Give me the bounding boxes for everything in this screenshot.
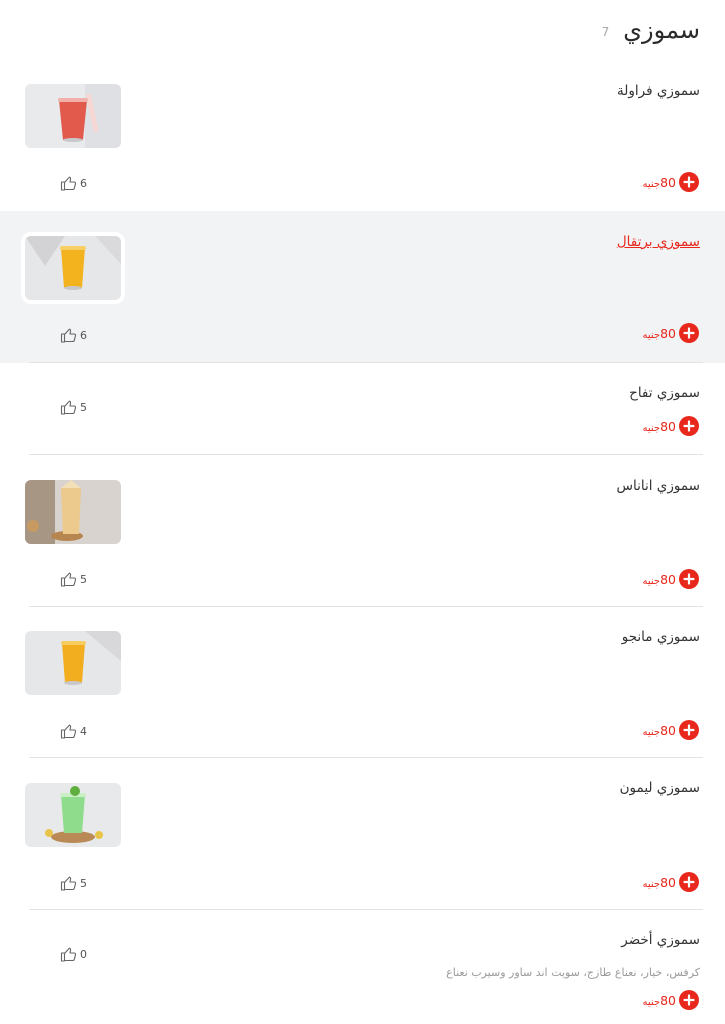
like-count: 0 bbox=[80, 947, 87, 961]
like-button[interactable]: 6 bbox=[60, 327, 87, 343]
price-amount: 80 bbox=[660, 418, 676, 434]
price-row: 80 جنيه bbox=[643, 990, 699, 1010]
price-amount: 80 bbox=[660, 174, 676, 190]
menu-item[interactable]: سموزي برتقال 80 جنيه 6 bbox=[0, 211, 725, 363]
thumbs-up-icon bbox=[60, 328, 77, 343]
add-to-cart-button[interactable] bbox=[679, 990, 699, 1010]
item-description: كرفس، خيار، نعناع طازج، سويت اند ساور وس… bbox=[446, 966, 700, 979]
thumbs-up-icon bbox=[60, 572, 77, 587]
like-button[interactable]: 5 bbox=[60, 875, 87, 891]
like-count: 5 bbox=[80, 876, 87, 890]
item-name[interactable]: سموزي مانجو bbox=[622, 629, 700, 645]
price-currency: جنيه bbox=[642, 878, 661, 890]
item-divider bbox=[29, 362, 703, 363]
price-currency: جنيه bbox=[642, 996, 661, 1008]
price-amount: 80 bbox=[660, 874, 676, 890]
item-name[interactable]: سموزي تفاح bbox=[629, 385, 700, 401]
item-name[interactable]: سموزي فراولة bbox=[617, 83, 700, 99]
plus-icon bbox=[683, 724, 695, 736]
plus-icon bbox=[683, 994, 695, 1006]
price-row: 80 جنيه bbox=[643, 872, 699, 892]
thumbs-up-icon bbox=[60, 876, 77, 891]
like-count: 6 bbox=[80, 328, 87, 342]
price-currency: جنيه bbox=[642, 329, 661, 341]
menu-item[interactable]: سموزي ليمون 80 جنيه 5 bbox=[0, 758, 725, 910]
thumbs-up-icon bbox=[60, 947, 77, 962]
item-price: 80 جنيه bbox=[643, 175, 676, 190]
menu-item[interactable]: سموزي أخضر كرفس، خيار، نعناع طازج، سويت … bbox=[0, 910, 725, 1024]
plus-icon bbox=[683, 876, 695, 888]
like-count: 5 bbox=[80, 400, 87, 414]
price-amount: 80 bbox=[660, 992, 676, 1008]
item-name[interactable]: سموزي أخضر bbox=[621, 932, 700, 948]
price-amount: 80 bbox=[660, 325, 676, 341]
plus-icon bbox=[683, 176, 695, 188]
category-title: سموزي bbox=[623, 16, 700, 44]
plus-icon bbox=[683, 420, 695, 432]
like-count: 5 bbox=[80, 572, 87, 586]
price-row: 80 جنيه bbox=[643, 172, 699, 192]
item-name[interactable]: سموزي برتقال bbox=[617, 234, 700, 250]
item-price: 80 جنيه bbox=[643, 326, 676, 341]
add-to-cart-button[interactable] bbox=[679, 416, 699, 436]
like-button[interactable]: 5 bbox=[60, 571, 87, 587]
item-image[interactable] bbox=[25, 783, 121, 847]
menu-item[interactable]: سموزي تفاح 80 جنيه 5 bbox=[0, 362, 725, 455]
thumbs-up-icon bbox=[60, 724, 77, 739]
price-currency: جنيه bbox=[642, 422, 661, 434]
price-row: 80 جنيه bbox=[643, 569, 699, 589]
item-image[interactable] bbox=[25, 480, 121, 544]
add-to-cart-button[interactable] bbox=[679, 323, 699, 343]
item-image[interactable] bbox=[25, 631, 121, 695]
price-currency: جنيه bbox=[642, 575, 661, 587]
price-currency: جنيه bbox=[642, 726, 661, 738]
add-to-cart-button[interactable] bbox=[679, 569, 699, 589]
item-image[interactable] bbox=[25, 236, 121, 300]
add-to-cart-button[interactable] bbox=[679, 172, 699, 192]
item-price: 80 جنيه bbox=[643, 419, 676, 434]
item-price: 80 جنيه bbox=[643, 572, 676, 587]
price-row: 80 جنيه bbox=[643, 416, 699, 436]
price-currency: جنيه bbox=[642, 178, 661, 190]
thumbs-up-icon bbox=[60, 176, 77, 191]
menu-item[interactable]: سموزي مانجو 80 جنيه 4 bbox=[0, 607, 725, 758]
price-amount: 80 bbox=[660, 571, 676, 587]
like-count: 6 bbox=[80, 176, 87, 190]
item-price: 80 جنيه bbox=[643, 723, 676, 738]
category-count: 7 bbox=[601, 25, 610, 39]
price-row: 80 جنيه bbox=[643, 720, 699, 740]
add-to-cart-button[interactable] bbox=[679, 872, 699, 892]
item-name[interactable]: سموزي ليمون bbox=[620, 780, 700, 796]
menu-item[interactable]: سموزي اناناس 80 جنيه 5 bbox=[0, 455, 725, 607]
plus-icon bbox=[683, 327, 695, 339]
plus-icon bbox=[683, 573, 695, 585]
like-button[interactable]: 6 bbox=[60, 175, 87, 191]
price-amount: 80 bbox=[660, 722, 676, 738]
like-count: 4 bbox=[80, 724, 87, 738]
menu-item[interactable]: سموزي فراولة 80 جنيه 6 bbox=[0, 62, 725, 211]
category-header: سموزي 7 bbox=[602, 10, 700, 50]
item-image[interactable] bbox=[25, 84, 121, 148]
like-button[interactable]: 5 bbox=[60, 399, 87, 415]
like-button[interactable]: 4 bbox=[60, 723, 87, 739]
like-button[interactable]: 0 bbox=[60, 946, 87, 962]
item-price: 80 جنيه bbox=[643, 875, 676, 890]
add-to-cart-button[interactable] bbox=[679, 720, 699, 740]
thumbs-up-icon bbox=[60, 400, 77, 415]
item-name[interactable]: سموزي اناناس bbox=[617, 478, 700, 494]
item-price: 80 جنيه bbox=[643, 993, 676, 1008]
price-row: 80 جنيه bbox=[643, 323, 699, 343]
